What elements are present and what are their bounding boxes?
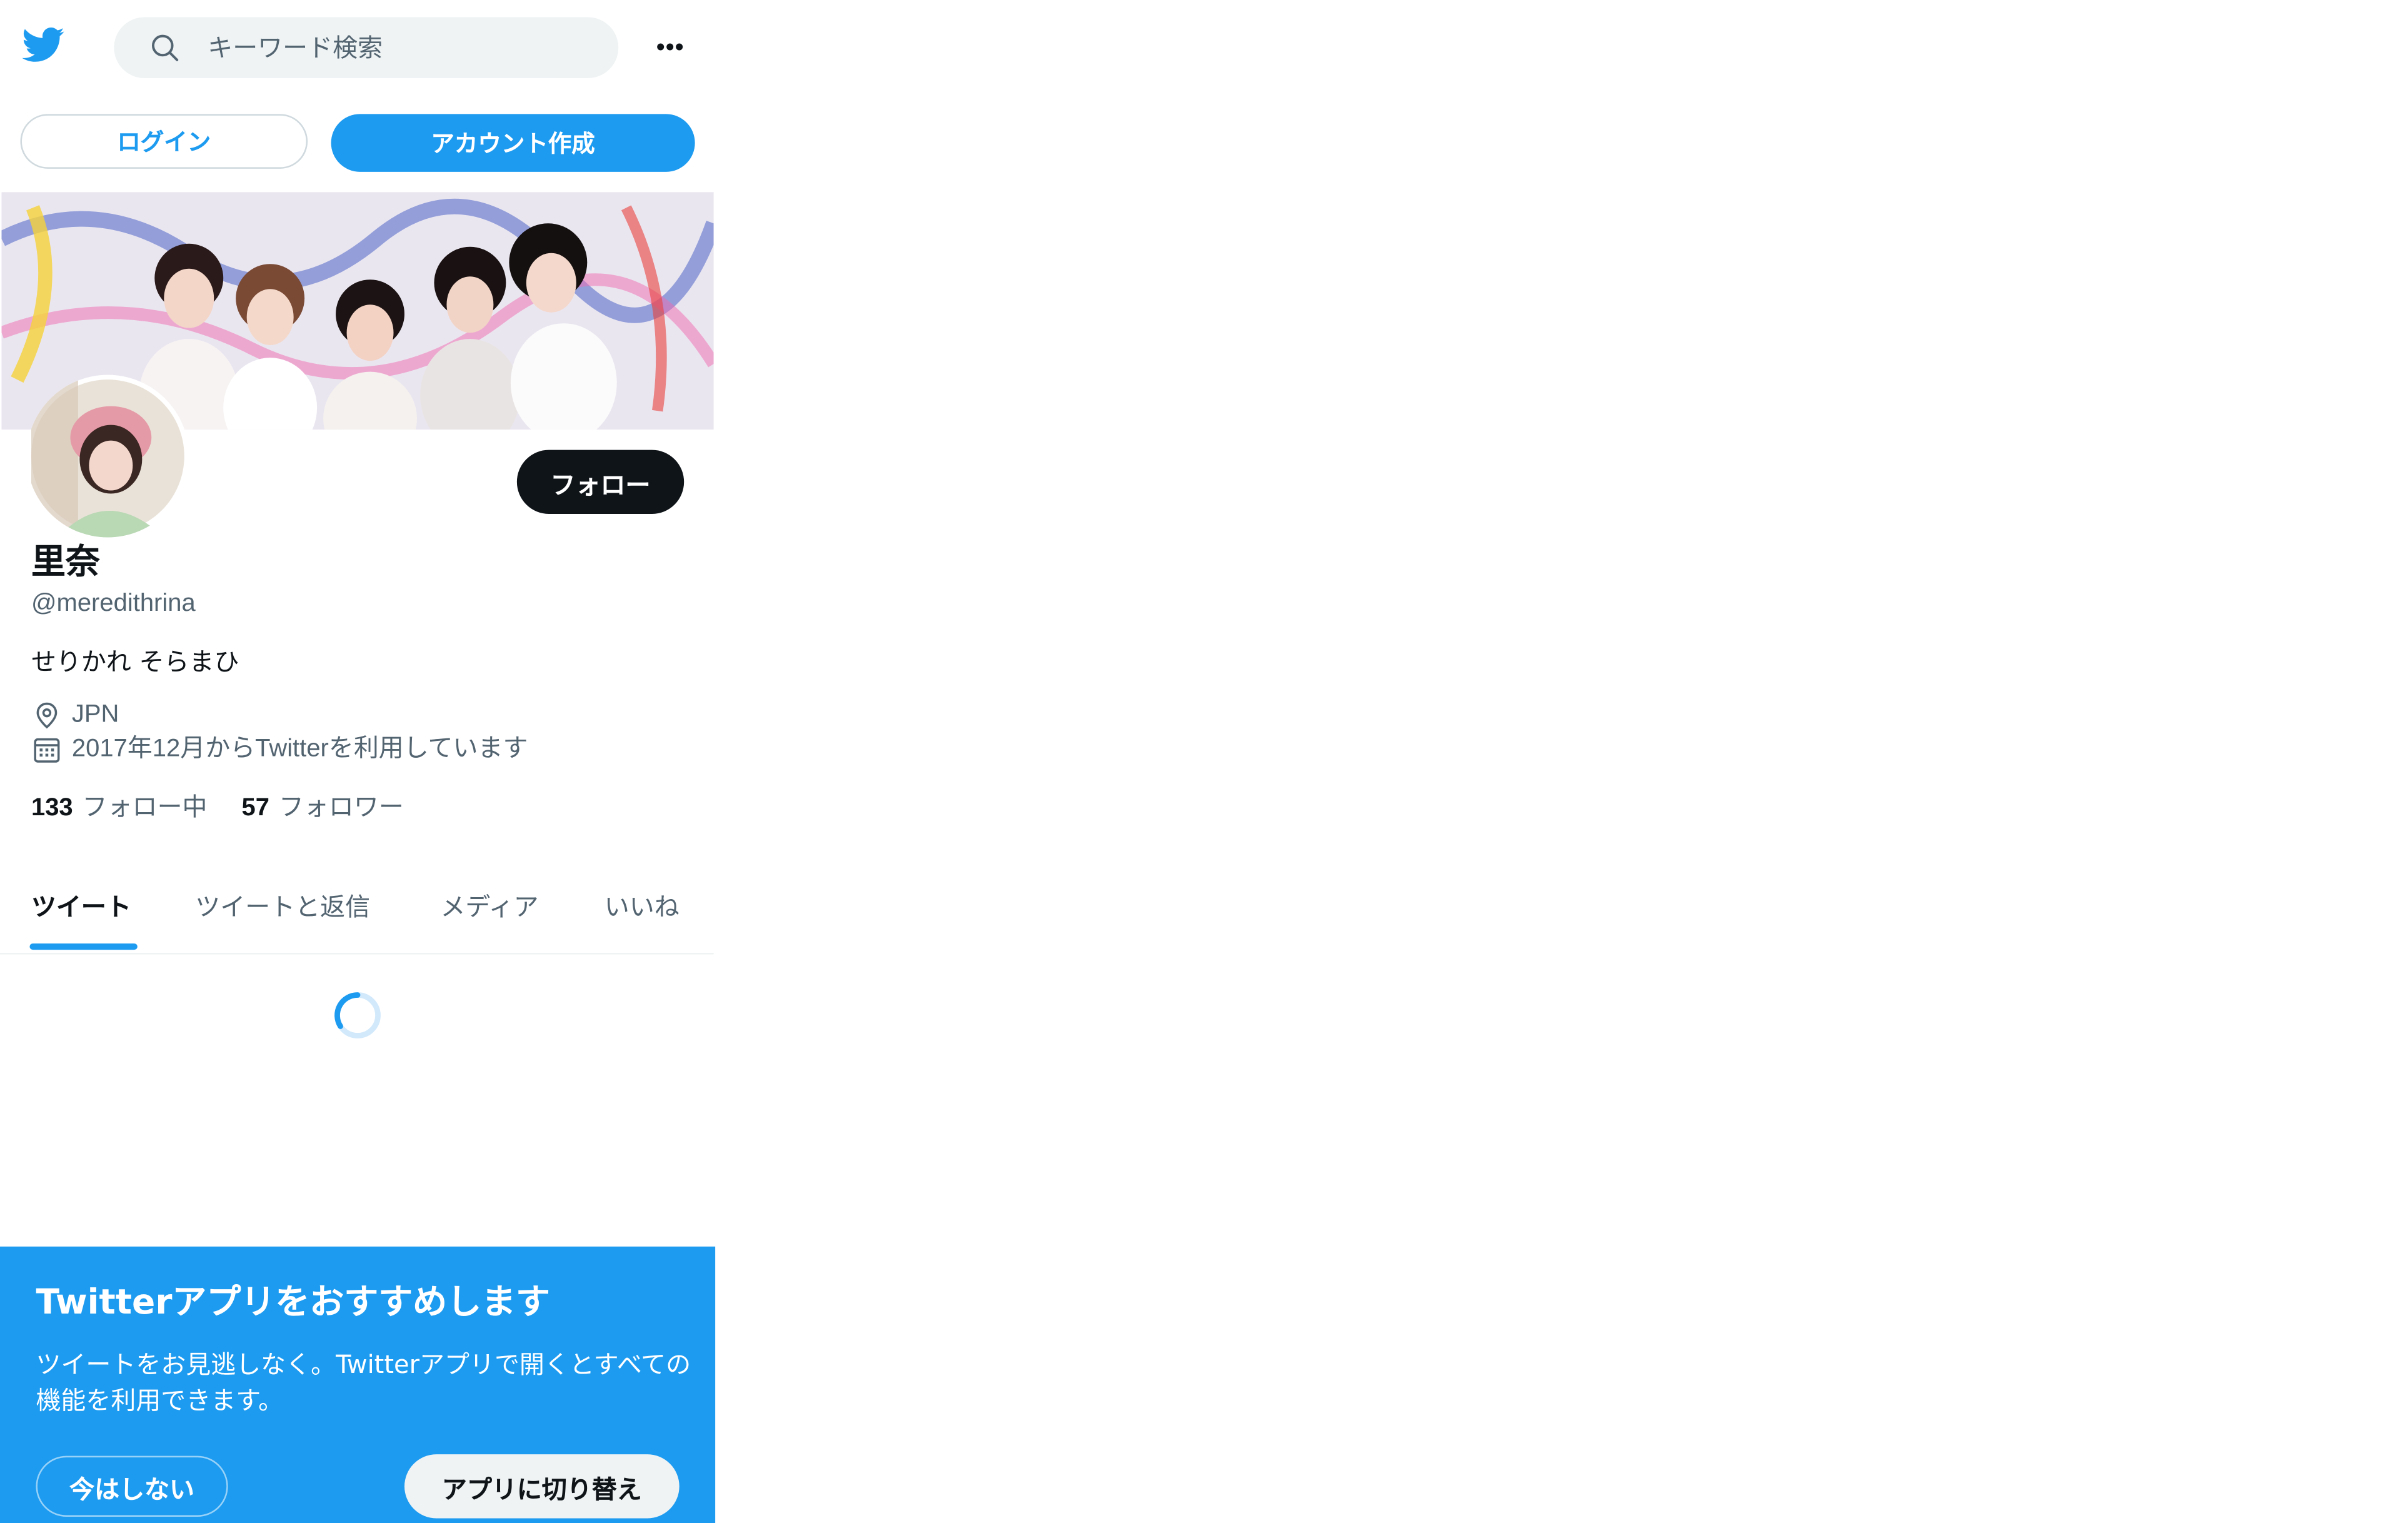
calendar-icon [34,738,60,763]
promo-title: Twitterアプリをおすすめします [36,1284,550,1324]
tab-tweets[interactable]: ツイート [31,886,131,923]
follow-counts: 133 フォロー中 57 フォロワー [31,793,438,825]
avatar[interactable] [26,374,189,538]
location-pin-icon [36,702,58,729]
followers-count: 57 [241,795,269,822]
search-box[interactable] [114,17,619,78]
signup-button[interactable]: アカウント作成 [331,114,695,172]
search-input[interactable] [208,17,598,78]
location-text: JPN [71,701,119,728]
login-button[interactable]: ログイン [20,114,308,169]
app-promo-banner: Twitterアプリをおすすめします ツイートをお見逃しなく。Twitterアプ… [0,1246,716,1523]
profile-tabs: ツイート ツイートと返信 メディア いいね [0,864,714,955]
switch-to-app-button[interactable]: アプリに切り替え [404,1454,680,1519]
follow-button[interactable]: フォロー [516,450,685,515]
followers-link[interactable]: 57 フォロワー [242,793,404,825]
followers-label: フォロワー [278,795,404,822]
tab-media[interactable]: メディア [440,886,538,923]
display-name: 里奈 [31,543,100,583]
profile-location: JPN [31,700,119,731]
following-label: フォロー中 [82,795,208,822]
profile-bio: せりかれ そらまひ [31,646,239,676]
avatar-photo [26,374,189,538]
tab-tweets-and-replies[interactable]: ツイートと返信 [195,886,370,923]
user-handle: @meredithrina [31,590,196,617]
following-link[interactable]: 133 フォロー中 [31,793,208,825]
active-tab-indicator [29,943,138,950]
not-now-button[interactable]: 今はしない [36,1455,228,1517]
loading-spinner [334,992,381,1038]
profile-joined-date: 2017年12月からTwitterを利用しています [31,734,528,765]
following-count: 133 [31,795,73,822]
more-icon[interactable] [646,28,693,66]
profile-column: ログイン アカウント作成 [0,0,716,1523]
search-icon [152,34,179,61]
twitter-bird-icon[interactable] [20,23,67,65]
tab-likes[interactable]: いいね [605,886,680,923]
promo-body: ツイートをお見逃しなく。Twitterアプリで開くとすべての機能を利用できます。 [36,1349,691,1415]
joined-text: 2017年12月からTwitterを利用しています [71,735,528,763]
